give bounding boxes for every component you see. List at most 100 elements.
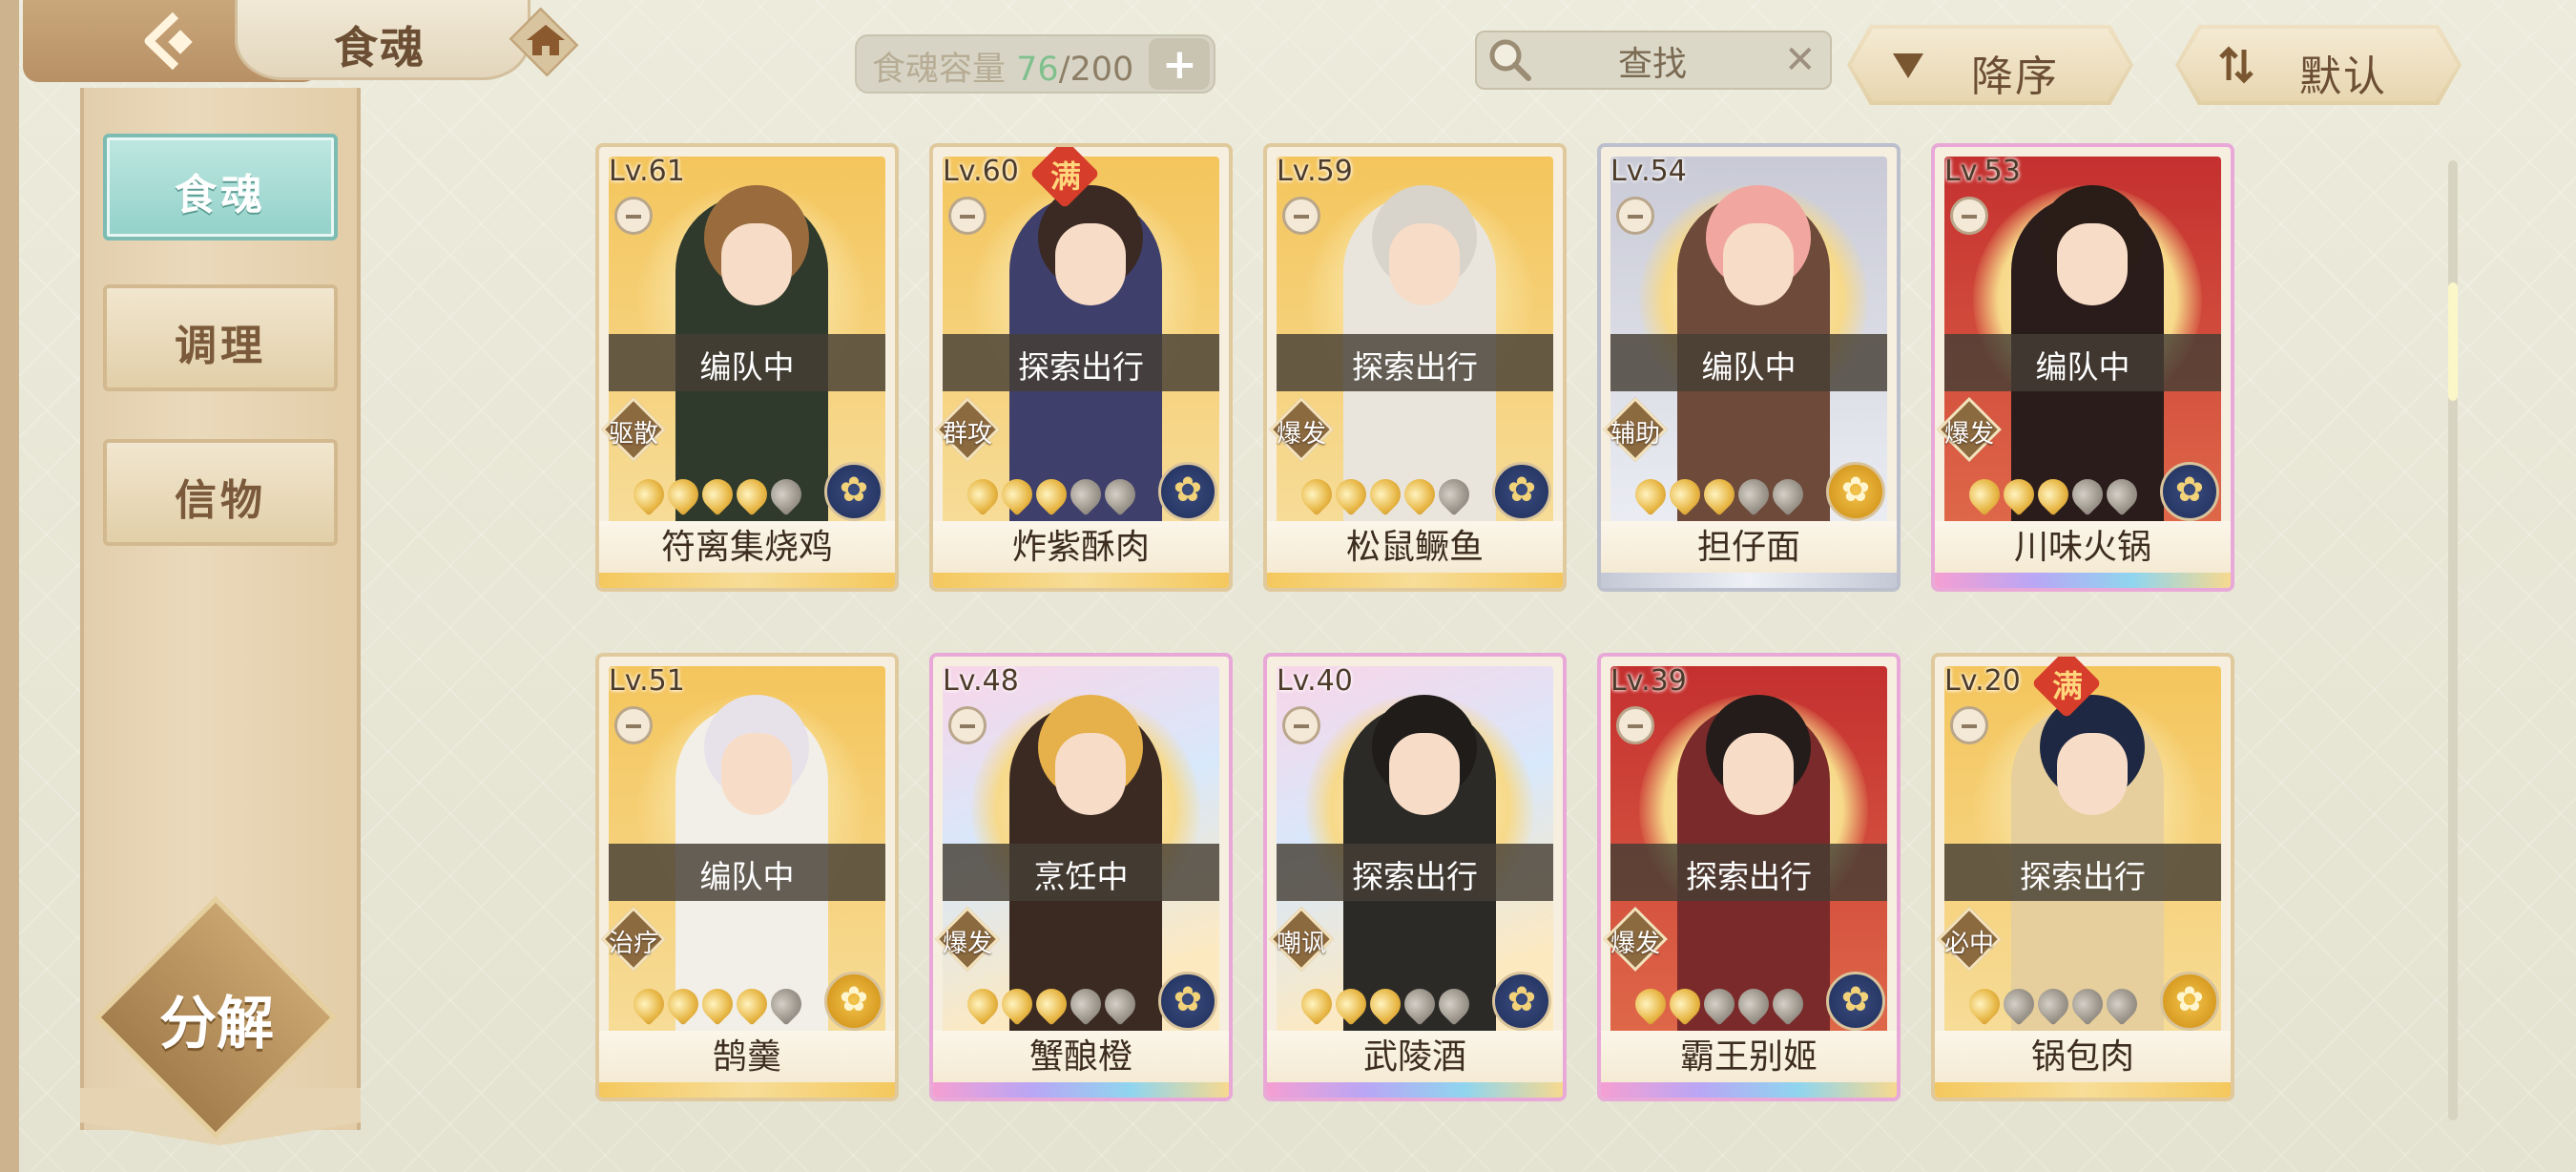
tab-label: 食魂 — [175, 171, 266, 220]
star-icon — [961, 982, 1005, 1026]
level-label: Lv.51 — [609, 664, 685, 698]
star-icon — [696, 472, 739, 516]
star-icon — [627, 472, 671, 516]
role-label: 爆发 — [942, 930, 992, 958]
star-icon — [1663, 472, 1707, 516]
level-label: Lv.59 — [1277, 155, 1353, 188]
capacity-label: 食魂容量 — [872, 51, 1007, 89]
character-name: 担仔面 — [1696, 528, 1800, 567]
sort-order-button[interactable]: 降序 — [1847, 25, 2133, 105]
star-icon — [1295, 472, 1339, 516]
star-rating — [1963, 982, 2144, 1026]
character-name: 松鼠鳜鱼 — [1345, 528, 1484, 567]
back-arrow-icon — [144, 11, 193, 71]
star-icon — [1732, 472, 1776, 516]
star-icon — [2031, 982, 2075, 1026]
star-icon — [1963, 472, 2006, 516]
star-icon — [2100, 982, 2144, 1026]
tab-label: 调理 — [175, 322, 266, 370]
speech-bubble-icon — [1616, 197, 1654, 235]
tab-label: 信物 — [175, 476, 266, 525]
search-placeholder[interactable]: 查找 — [1618, 36, 1687, 86]
status-label: 探索出行 — [1686, 858, 1812, 895]
role-label: 驱散 — [608, 420, 658, 449]
food-soul-card[interactable]: Lv.40 探索出行嘲讽武陵酒 — [1263, 653, 1567, 1101]
star-icon — [1363, 982, 1407, 1026]
food-soul-card[interactable]: Lv.54 编队中辅助担仔面 — [1597, 143, 1901, 592]
food-soul-card[interactable]: Lv.20 满探索出行必中锅包肉 — [1931, 653, 2234, 1101]
element-flower-icon — [1492, 462, 1551, 521]
tab-food-souls[interactable]: 食魂 — [103, 134, 338, 241]
star-icon — [730, 982, 774, 1026]
expand-capacity-button[interactable]: + — [1149, 38, 1210, 90]
speech-bubble-icon — [1616, 706, 1654, 744]
star-icon — [1295, 982, 1339, 1026]
decompose-label[interactable]: 分解 — [135, 977, 298, 1060]
star-icon — [2066, 982, 2109, 1026]
star-rating — [1963, 472, 2144, 516]
role-label: 爆发 — [1943, 420, 1994, 449]
star-icon — [1629, 472, 1672, 516]
star-rating — [1629, 982, 1810, 1026]
sort-mode-icon — [2219, 46, 2254, 84]
food-soul-card[interactable]: Lv.60 满探索出行群攻炸紫酥肉 — [929, 143, 1233, 592]
max-level-label: 满 — [2051, 668, 2083, 704]
left-edge-decor — [0, 0, 19, 1172]
sort-order-label: 降序 — [1971, 52, 2059, 101]
level-label: Lv.61 — [609, 155, 685, 188]
scrollbar-thumb[interactable] — [2448, 283, 2458, 401]
food-soul-card[interactable]: Lv.59 探索出行爆发松鼠鳜鱼 — [1263, 143, 1567, 592]
star-icon — [2031, 472, 2075, 516]
speech-bubble-icon — [614, 197, 653, 235]
star-icon — [1329, 472, 1373, 516]
food-soul-card[interactable]: Lv.51 编队中治疗鹄羹 — [595, 653, 899, 1101]
star-icon — [1732, 982, 1776, 1026]
level-label: Lv.39 — [1610, 664, 1687, 698]
star-rating — [627, 982, 808, 1026]
level-label: Lv.48 — [943, 664, 1019, 698]
star-icon — [627, 982, 671, 1026]
tab-conditioning[interactable]: 调理 — [103, 284, 338, 391]
clear-search-icon[interactable]: ✕ — [1784, 38, 1817, 82]
role-label: 爆发 — [1276, 420, 1326, 449]
element-flower-icon — [824, 462, 883, 521]
speech-bubble-icon — [1950, 197, 1988, 235]
star-icon — [1629, 982, 1672, 1026]
character-name: 鹄羹 — [712, 1037, 781, 1077]
status-label: 编队中 — [699, 858, 795, 895]
food-soul-card[interactable]: Lv.48 烹饪中爆发蟹酿橙 — [929, 653, 1233, 1101]
status-label: 探索出行 — [1018, 348, 1144, 386]
level-label: Lv.40 — [1277, 664, 1353, 698]
speech-bubble-icon — [948, 706, 987, 744]
character-name: 武陵酒 — [1362, 1037, 1466, 1077]
star-icon — [661, 982, 705, 1026]
sort-mode-button[interactable]: 默认 — [2175, 25, 2462, 105]
element-flower-icon — [1826, 462, 1885, 521]
capacity-max: 200 — [1070, 51, 1134, 89]
character-name: 蟹酿橙 — [1028, 1037, 1132, 1077]
max-level-label: 满 — [1049, 158, 1081, 195]
capacity-text: 食魂容量 76/200 — [872, 42, 1133, 91]
star-icon — [1663, 982, 1707, 1026]
star-rating — [1629, 472, 1810, 516]
element-flower-icon — [1492, 972, 1551, 1031]
character-name: 川味火锅 — [2013, 528, 2151, 567]
role-label: 嘲讽 — [1276, 930, 1326, 958]
level-label: Lv.20 — [1944, 664, 2021, 698]
food-soul-card[interactable]: Lv.61 编队中驱散符离集烧鸡 — [595, 143, 899, 592]
star-icon — [696, 982, 739, 1026]
star-rating — [1295, 982, 1476, 1026]
element-flower-icon — [1158, 462, 1217, 521]
role-label: 辅助 — [1610, 420, 1660, 449]
food-soul-card[interactable]: Lv.53 编队中爆发川味火锅 — [1931, 143, 2234, 592]
star-icon — [1997, 472, 2041, 516]
speech-bubble-icon — [614, 706, 653, 744]
tab-tokens[interactable]: 信物 — [103, 439, 338, 546]
star-rating — [1295, 472, 1476, 516]
food-soul-card[interactable]: Lv.39 探索出行爆发霸王别姬 — [1597, 653, 1901, 1101]
sort-mode-label: 默认 — [2299, 52, 2387, 101]
plus-icon: + — [1162, 40, 1197, 89]
star-icon — [961, 472, 1005, 516]
star-icon — [1029, 982, 1073, 1026]
status-label: 编队中 — [2035, 348, 2130, 386]
